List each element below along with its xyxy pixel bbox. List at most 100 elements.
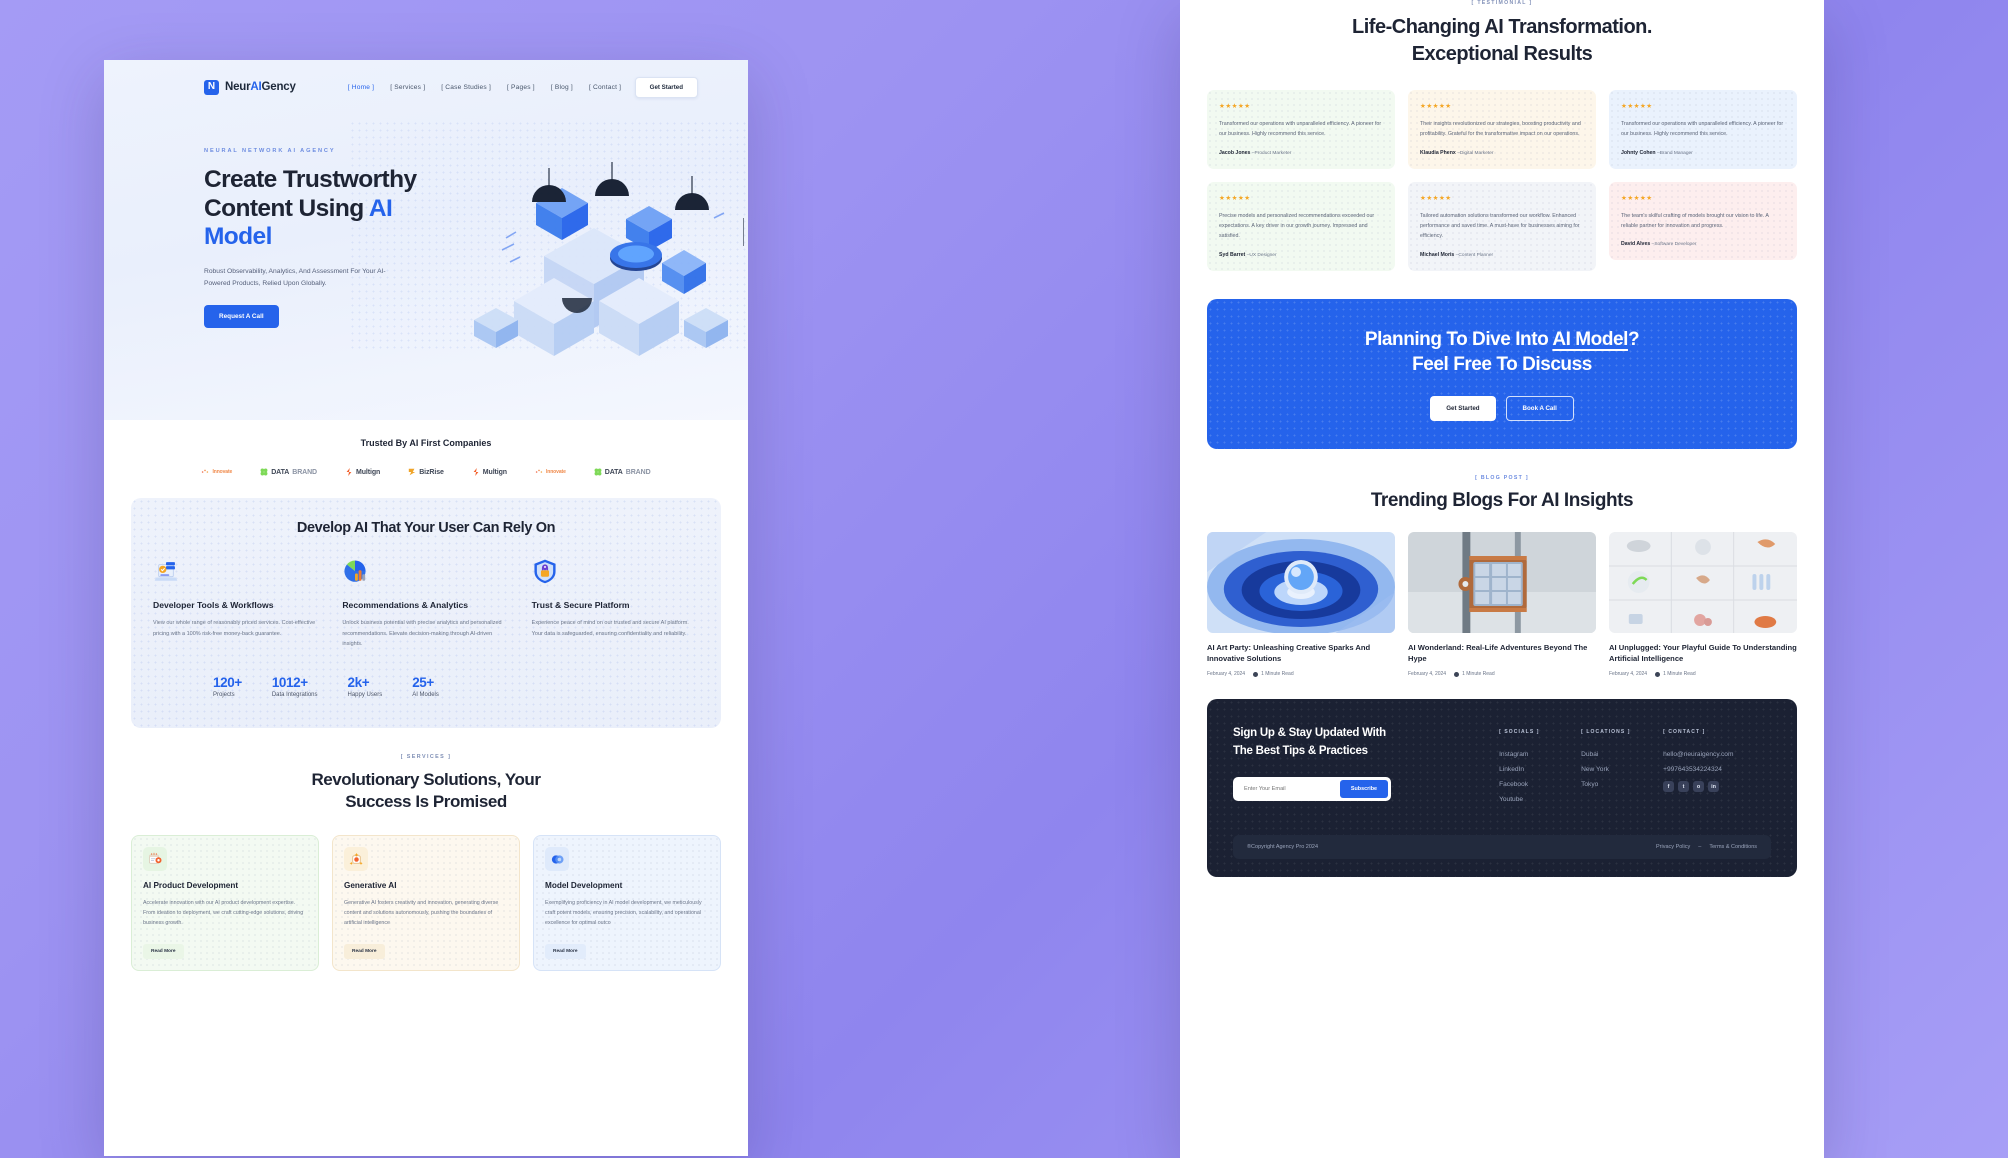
- nav-item-pages[interactable]: [ Pages ]: [507, 84, 535, 91]
- social-link-instagram[interactable]: Instagram: [1499, 751, 1561, 758]
- testimonial-author: Klaudia Phenx –Digital Marketer: [1420, 150, 1584, 156]
- privacy-policy-link[interactable]: Privacy Policy: [1656, 844, 1690, 850]
- hero-body: NEURAL NETWORK AI AGENCY Create Trustwor…: [104, 102, 748, 356]
- blog-card[interactable]: AI Art Party: Unleashing Creative Sparks…: [1207, 531, 1395, 677]
- nav-item-blog[interactable]: [ Blog ]: [551, 84, 573, 91]
- copyright-text: ®Copyright Agency Pro 2024: [1247, 844, 1319, 851]
- hero-copy: NEURAL NETWORK AI AGENCY Create Trustwor…: [204, 134, 454, 329]
- service-card-ai-product-development[interactable]: AI Product Development Accelerate innova…: [131, 835, 319, 972]
- get-started-button[interactable]: Get Started: [634, 76, 698, 98]
- develop-heading: Develop AI That Your User Can Rely On: [296, 520, 556, 536]
- services-section: [ SERVICES ] Revolutionary Solutions, Yo…: [104, 728, 748, 972]
- services-grid: AI Product Development Accelerate innova…: [131, 835, 721, 972]
- blog-meta: February 4, 2024 1 Minute Read: [1408, 671, 1596, 677]
- stats-row: 120+ Projects 1012+ Data Integrations 2k…: [153, 675, 699, 698]
- cta-get-started-button[interactable]: Get Started: [1430, 395, 1496, 421]
- author-role: –Software Developer: [1651, 242, 1697, 248]
- logo-text: Innovate: [212, 469, 233, 475]
- footer: Sign Up & Stay Updated With The Best Tip…: [1207, 699, 1797, 878]
- rating-stars: ★★★★★: [1219, 194, 1251, 202]
- feature-card-developer-tools: Developer Tools & Workflows View our who…: [153, 558, 320, 649]
- author-name: Syd Barret: [1219, 251, 1246, 258]
- client-logo-databrand: DATA BRAND: [260, 468, 317, 476]
- client-logo-multign-2: Multign: [472, 468, 507, 476]
- services-heading: Revolutionary Solutions, Your Success Is…: [131, 769, 721, 813]
- testimonial-quote: Transformed our operations with unparall…: [1219, 121, 1382, 138]
- service-card-generative-ai[interactable]: Generative AI Generative AI fosters crea…: [332, 835, 520, 972]
- email-field[interactable]: [1236, 786, 1340, 793]
- nav-item-home[interactable]: [ Home ]: [348, 84, 375, 91]
- blog-grid: AI Art Party: Unleashing Creative Sparks…: [1207, 531, 1797, 677]
- linkedin-icon[interactable]: in: [1708, 781, 1720, 793]
- blog-card[interactable]: AI Unplugged: Your Playful Guide To Unde…: [1609, 531, 1797, 677]
- social-link-facebook[interactable]: Facebook: [1499, 781, 1561, 788]
- testimonial-quote: Tailored automation solutions transforme…: [1420, 212, 1580, 240]
- cta-buttons: Get Started Book A Call: [1430, 395, 1574, 421]
- testimonial-heading-line2: Exceptional Results: [1411, 43, 1593, 65]
- innovate-icon: [535, 469, 543, 473]
- feature-card-recommendations: Recommendations & Analytics Unlock busin…: [342, 558, 509, 649]
- terms-link[interactable]: Terms & Conditions: [1709, 844, 1757, 850]
- service-card-model-development[interactable]: Model Development Exemplifying proficien…: [533, 835, 721, 972]
- cta-line1-underline: AI Model: [1552, 328, 1628, 350]
- testimonial-author: Michael Moris –Content Planner: [1420, 252, 1584, 258]
- client-logo-innovate: Innovate: [201, 468, 232, 476]
- social-link-youtube[interactable]: Youtube: [1499, 796, 1561, 803]
- blogs-heading: Trending Blogs For AI Insights: [1370, 489, 1634, 511]
- nav-item-services[interactable]: [ Services ]: [390, 84, 425, 91]
- blog-meta: February 4, 2024 1 Minute Read: [1207, 671, 1395, 677]
- feature-grid: Developer Tools & Workflows View our who…: [153, 558, 699, 649]
- left-page-preview: N NeurAIGency [ Home ] [ Services ] [ Ca…: [104, 60, 748, 1156]
- instagram-icon[interactable]: o: [1693, 781, 1705, 793]
- subscribe-button[interactable]: Subscribe: [1339, 780, 1388, 799]
- request-a-call-button[interactable]: Request A Call: [204, 305, 279, 329]
- blog-card[interactable]: AI Wonderland: Real-Life Adventures Beyo…: [1408, 531, 1596, 677]
- clock-icon: [1454, 671, 1460, 677]
- nav-item-case-studies[interactable]: [ Case Studies ]: [441, 84, 491, 91]
- footer-col-socials: [ SOCIALS ] Instagram LinkedIn Facebook …: [1499, 729, 1561, 811]
- social-link-linkedin[interactable]: LinkedIn: [1499, 766, 1561, 773]
- pie-chart-icon: [344, 560, 366, 582]
- blogs-section: [ BLOG POST ] Trending Blogs For AI Insi…: [1180, 449, 1824, 677]
- nav-item-contact[interactable]: [ Contact ]: [589, 84, 621, 91]
- feature-title: Recommendations & Analytics: [342, 600, 469, 610]
- clover-icon: [260, 468, 268, 476]
- testimonial-quote: Transformed our operations with unparall…: [1621, 121, 1784, 138]
- contact-heading: [ CONTACT ]: [1663, 729, 1706, 736]
- read-more-button[interactable]: Read More: [545, 944, 586, 960]
- testimonial-tag: [ TESTIMONIAL ]: [1471, 0, 1533, 6]
- stat-happy-users: 2k+ Happy Users: [348, 675, 383, 698]
- service-title: AI Product Development: [143, 881, 239, 891]
- subscribe-form: Subscribe: [1233, 777, 1391, 802]
- testimonial-column-1: ★★★★★ Transformed our operations with un…: [1207, 90, 1395, 271]
- blog-read-time: 1 Minute Read: [1655, 671, 1696, 677]
- service-title: Generative AI: [344, 881, 397, 891]
- read-more-button[interactable]: Read More: [344, 944, 385, 960]
- stat-label: Happy Users: [347, 691, 383, 698]
- feature-title: Trust & Secure Platform: [531, 600, 630, 610]
- laptop-dashboard-icon: [154, 562, 178, 581]
- facebook-icon[interactable]: f: [1663, 781, 1675, 793]
- read-more-button[interactable]: Read More: [143, 944, 184, 960]
- stat-data-integrations: 1012+ Data Integrations: [272, 675, 318, 698]
- logo-text-light: BRAND: [625, 468, 651, 476]
- shield-lock-icon: [534, 559, 556, 584]
- cta-book-a-call-button[interactable]: Book A Call: [1505, 395, 1574, 421]
- hero-title-line2: Content Using: [204, 194, 369, 222]
- stat-ai-models: 25+ AI Models: [412, 675, 439, 698]
- blog-meta: February 4, 2024 1 Minute Read: [1609, 671, 1797, 677]
- clock-icon: [1655, 671, 1661, 677]
- stat-value: 1012+: [271, 674, 308, 690]
- contact-email[interactable]: hello@neuraigency.com: [1663, 751, 1733, 758]
- testimonial-column-3: ★★★★★ Transformed our operations with un…: [1609, 90, 1797, 271]
- brand-logo[interactable]: N NeurAIGency: [204, 79, 296, 95]
- blog-title: AI Art Party: Unleashing Creative Sparks…: [1207, 642, 1371, 664]
- footer-col-contact: [ CONTACT ] hello@neuraigency.com +99764…: [1663, 729, 1733, 811]
- cta-banner: Planning To Dive Into AI Model? Feel Fre…: [1207, 298, 1797, 449]
- cta-line1-after: ?: [1627, 328, 1640, 350]
- twitter-icon[interactable]: t: [1678, 781, 1690, 793]
- author-role: –Brand Manager: [1657, 150, 1693, 156]
- footer-bottom: ®Copyright Agency Pro 2024 Privacy Polic…: [1233, 835, 1771, 860]
- client-logo-multign-1: Multign: [345, 468, 380, 476]
- newsletter-heading: Sign Up & Stay Updated With The Best Tip…: [1233, 725, 1475, 761]
